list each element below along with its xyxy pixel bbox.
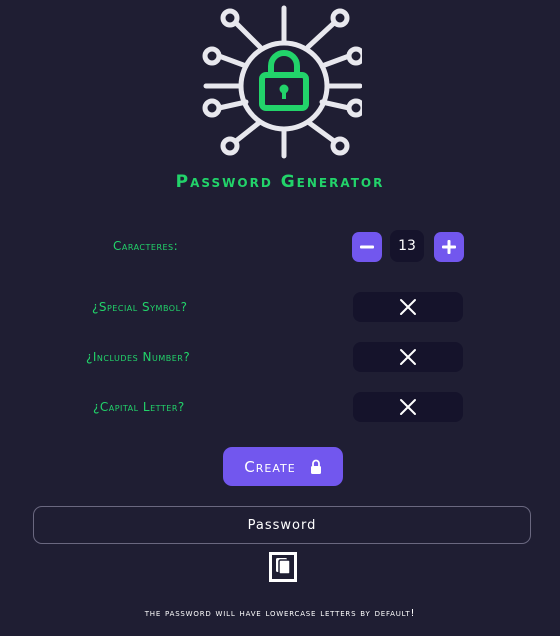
lock-icon	[310, 459, 321, 474]
x-icon	[400, 399, 416, 415]
copy-icon	[269, 552, 297, 582]
option-label-capital-letter: ¿Capital Letter?	[93, 400, 185, 414]
includes-number-toggle[interactable]	[353, 342, 463, 372]
increment-button[interactable]	[434, 232, 464, 262]
length-label: Caracteres:	[113, 239, 179, 253]
length-value: 13	[390, 230, 424, 262]
decrement-button[interactable]	[352, 232, 382, 262]
footnote: the password will have lowercase letters…	[144, 608, 416, 619]
create-button[interactable]: Create	[223, 447, 343, 486]
create-button-label: Create	[244, 457, 296, 476]
option-label-special-symbol: ¿Special Symbol?	[92, 300, 188, 314]
x-icon	[400, 349, 416, 365]
password-output-field[interactable]	[33, 506, 531, 544]
copy-button[interactable]	[268, 551, 298, 583]
special-symbol-toggle[interactable]	[353, 292, 463, 322]
minus-icon	[360, 245, 374, 249]
capital-letter-toggle[interactable]	[353, 392, 463, 422]
circuit-lock-icon	[202, 5, 362, 159]
page-title: Password Generator	[175, 172, 385, 192]
x-icon	[400, 299, 416, 315]
option-label-includes-number: ¿Includes Number?	[86, 350, 191, 364]
plus-icon	[442, 240, 456, 254]
